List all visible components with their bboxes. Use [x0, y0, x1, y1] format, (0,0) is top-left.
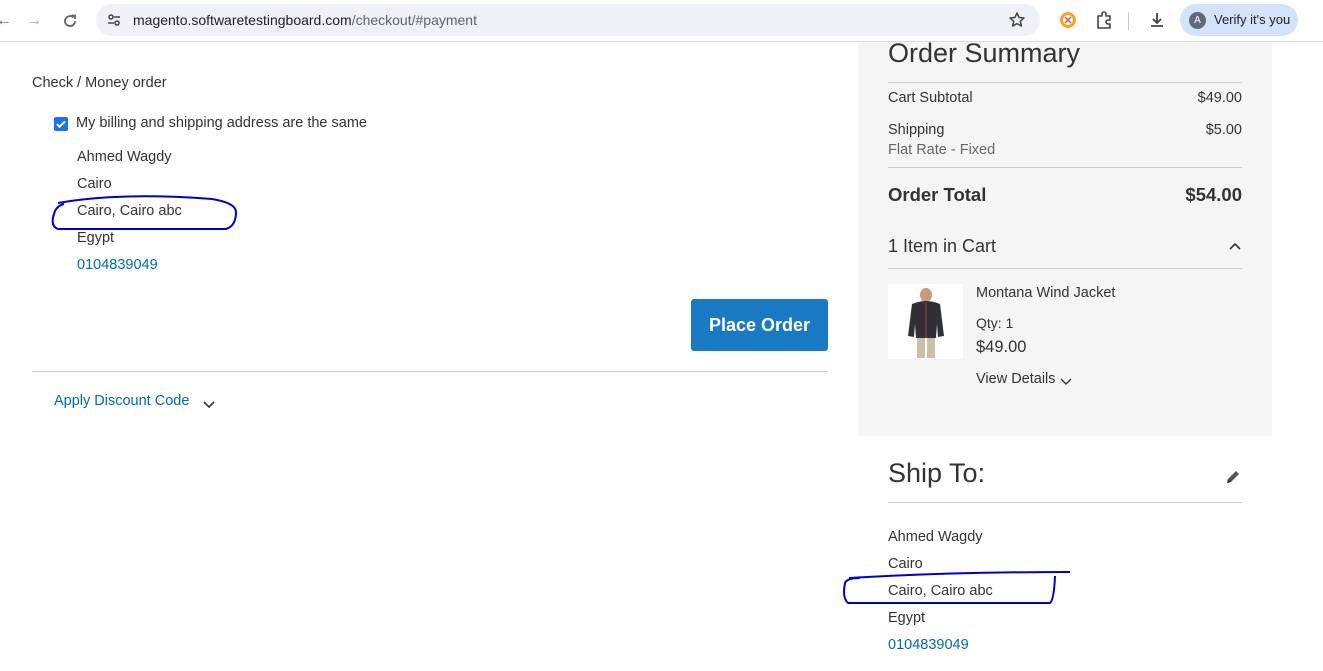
- cart-subtotal-label: Cart Subtotal: [888, 90, 973, 106]
- divider: [888, 82, 1242, 83]
- cart-subtotal-value: $49.00: [1197, 90, 1242, 106]
- browser-toolbar: ← → magento.softwaretestingboard.com/che…: [0, 0, 1323, 42]
- extensions-puzzle-icon[interactable]: [1094, 10, 1114, 30]
- url-path: /checkout/#payment: [351, 12, 477, 28]
- place-order-button[interactable]: Place Order: [691, 299, 828, 351]
- product-qty: Qty: 1: [976, 315, 1014, 331]
- same-address-checkbox[interactable]: [54, 117, 68, 131]
- address-bar[interactable]: magento.softwaretestingboard.com/checkou…: [96, 4, 1040, 36]
- same-address-label[interactable]: My billing and shipping address are the …: [76, 115, 367, 131]
- order-total-value: $54.00: [1185, 184, 1242, 205]
- ship-to-city-region: Cairo, Cairo abc: [888, 583, 993, 599]
- url-text[interactable]: magento.softwaretestingboard.com/checkou…: [133, 12, 477, 28]
- billing-name: Ahmed Wagdy: [77, 149, 172, 165]
- forward-icon[interactable]: →: [22, 9, 46, 33]
- order-total-label: Order Total: [888, 184, 987, 205]
- avatar: A: [1189, 12, 1206, 29]
- chevron-down-icon[interactable]: [201, 396, 217, 412]
- extension-icon[interactable]: [1058, 10, 1078, 30]
- profile-button[interactable]: A Verify it's you: [1180, 4, 1298, 36]
- billing-city-region: Cairo, Cairo abc: [77, 203, 182, 219]
- pencil-edit-icon[interactable]: [1224, 468, 1242, 486]
- shipping-value: $5.00: [1205, 122, 1242, 138]
- items-in-cart-toggle[interactable]: 1 Item in Cart: [888, 236, 996, 257]
- product-price: $49.00: [976, 338, 1027, 356]
- ship-to-street: Cairo: [888, 556, 923, 572]
- divider: [888, 167, 1242, 168]
- view-details-toggle[interactable]: View Details: [976, 371, 1056, 387]
- ship-to-name: Ahmed Wagdy: [888, 529, 983, 545]
- ship-to-title: Ship To:: [888, 458, 986, 488]
- bookmark-star-icon[interactable]: [1008, 11, 1026, 29]
- shipping-method: Flat Rate - Fixed: [888, 142, 996, 158]
- divider: [32, 371, 828, 372]
- billing-street: Cairo: [77, 176, 112, 192]
- billing-country: Egypt: [77, 230, 115, 246]
- product-name: Montana Wind Jacket: [976, 285, 1116, 301]
- divider: [888, 268, 1242, 269]
- divider: [888, 502, 1242, 503]
- chevron-down-icon[interactable]: [1059, 374, 1073, 388]
- product-thumbnail[interactable]: [888, 284, 963, 359]
- shipping-label: Shipping: [888, 122, 945, 138]
- order-summary-title: Order Summary: [888, 38, 1081, 68]
- download-icon[interactable]: [1147, 10, 1167, 30]
- ship-to-phone-link[interactable]: 0104839049: [888, 637, 969, 653]
- reload-icon[interactable]: [58, 9, 82, 33]
- back-icon[interactable]: ←: [0, 9, 16, 33]
- toolbar-separator: [1128, 12, 1129, 30]
- billing-phone-link[interactable]: 0104839049: [77, 257, 158, 273]
- apply-discount-link[interactable]: Apply Discount Code: [54, 393, 189, 409]
- url-host: magento.softwaretestingboard.com: [133, 12, 352, 28]
- jacket-image-icon: [888, 284, 963, 359]
- site-info-icon[interactable]: [106, 12, 122, 28]
- checkmark-icon: [56, 120, 66, 129]
- profile-label: Verify it's you: [1214, 12, 1291, 27]
- chevron-up-icon[interactable]: [1227, 238, 1243, 254]
- ship-to-country: Egypt: [888, 610, 926, 626]
- payment-method-title[interactable]: Check / Money order: [32, 75, 167, 91]
